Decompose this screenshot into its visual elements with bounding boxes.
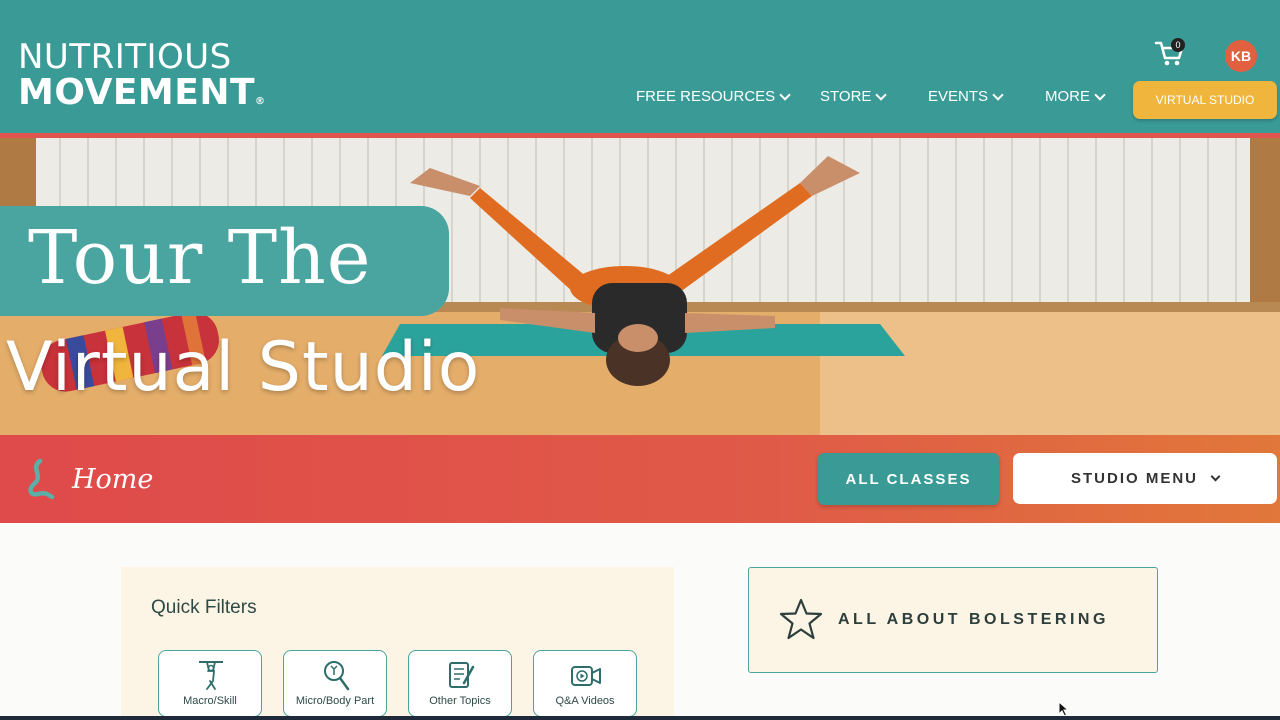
hero-banner: Tour The Virtual Studio	[0, 138, 1280, 435]
filter-label: Other Topics	[429, 695, 491, 707]
nav-item-label: MORE	[1045, 88, 1090, 105]
breadcrumb-home[interactable]: Home	[72, 464, 153, 495]
cart-count-badge: 0	[1171, 38, 1185, 52]
hero-title-line-2: Virtual Studio	[6, 328, 481, 407]
nav-events[interactable]: EVENTS	[928, 88, 1004, 105]
magnifier-body-icon	[324, 661, 350, 691]
filter-micro-body-part[interactable]: Micro/Body Part	[283, 650, 387, 717]
hero-title-line-1: Tour The	[28, 215, 372, 301]
featured-card-label: ALL ABOUT BOLSTERING	[838, 611, 1109, 628]
chevron-down-icon	[1210, 471, 1221, 482]
filter-macro-skill[interactable]: Macro/Skill	[158, 650, 262, 717]
nav-item-label: EVENTS	[928, 88, 989, 105]
mouse-cursor-icon	[1058, 701, 1070, 717]
nav-item-label: FREE RESOURCES	[636, 88, 776, 105]
logo-line-1: NUTRITIOUS	[18, 37, 232, 77]
chevron-down-icon	[875, 88, 888, 101]
user-avatar[interactable]: KB	[1225, 40, 1257, 72]
window-bottom-edge	[0, 716, 1280, 720]
registered-mark: ®	[255, 96, 266, 107]
nav-store[interactable]: STORE	[820, 88, 888, 105]
quick-filters-title: Quick Filters	[151, 597, 257, 618]
filter-qa-videos[interactable]: Q&A Videos	[533, 650, 637, 717]
site-logo[interactable]: NUTRITIOUS MOVEMENT®	[18, 40, 266, 111]
star-icon	[779, 598, 823, 640]
chevron-down-icon	[779, 88, 791, 101]
nav-more[interactable]: MORE	[1045, 88, 1106, 105]
filter-label: Micro/Body Part	[295, 695, 375, 707]
nav-free-resources[interactable]: FREE RESOURCES	[636, 88, 791, 105]
brand-squiggle-icon	[28, 458, 55, 500]
filter-other-topics[interactable]: Other Topics	[408, 650, 512, 717]
all-about-bolstering-card[interactable]: ALL ABOUT BOLSTERING	[748, 567, 1158, 673]
logo-line-2: MOVEMENT®	[18, 75, 266, 111]
chevron-down-icon	[992, 88, 1004, 101]
virtual-studio-button[interactable]: VIRTUAL STUDIO	[1133, 81, 1277, 119]
chevron-down-icon	[1094, 88, 1106, 101]
studio-menu-button[interactable]: STUDIO MENU	[1013, 453, 1277, 504]
all-classes-button[interactable]: ALL CLASSES	[818, 453, 999, 505]
figure-hang-icon	[199, 661, 223, 690]
filter-label: Q&A Videos	[555, 695, 615, 707]
logo-line-2-text: MOVEMENT	[18, 72, 256, 113]
nav-item-label: STORE	[820, 88, 872, 105]
filter-label: Macro/Skill	[183, 695, 237, 707]
document-pen-icon	[449, 662, 475, 688]
video-camera-icon	[571, 666, 601, 686]
studio-menu-label: STUDIO MENU	[1071, 470, 1198, 487]
